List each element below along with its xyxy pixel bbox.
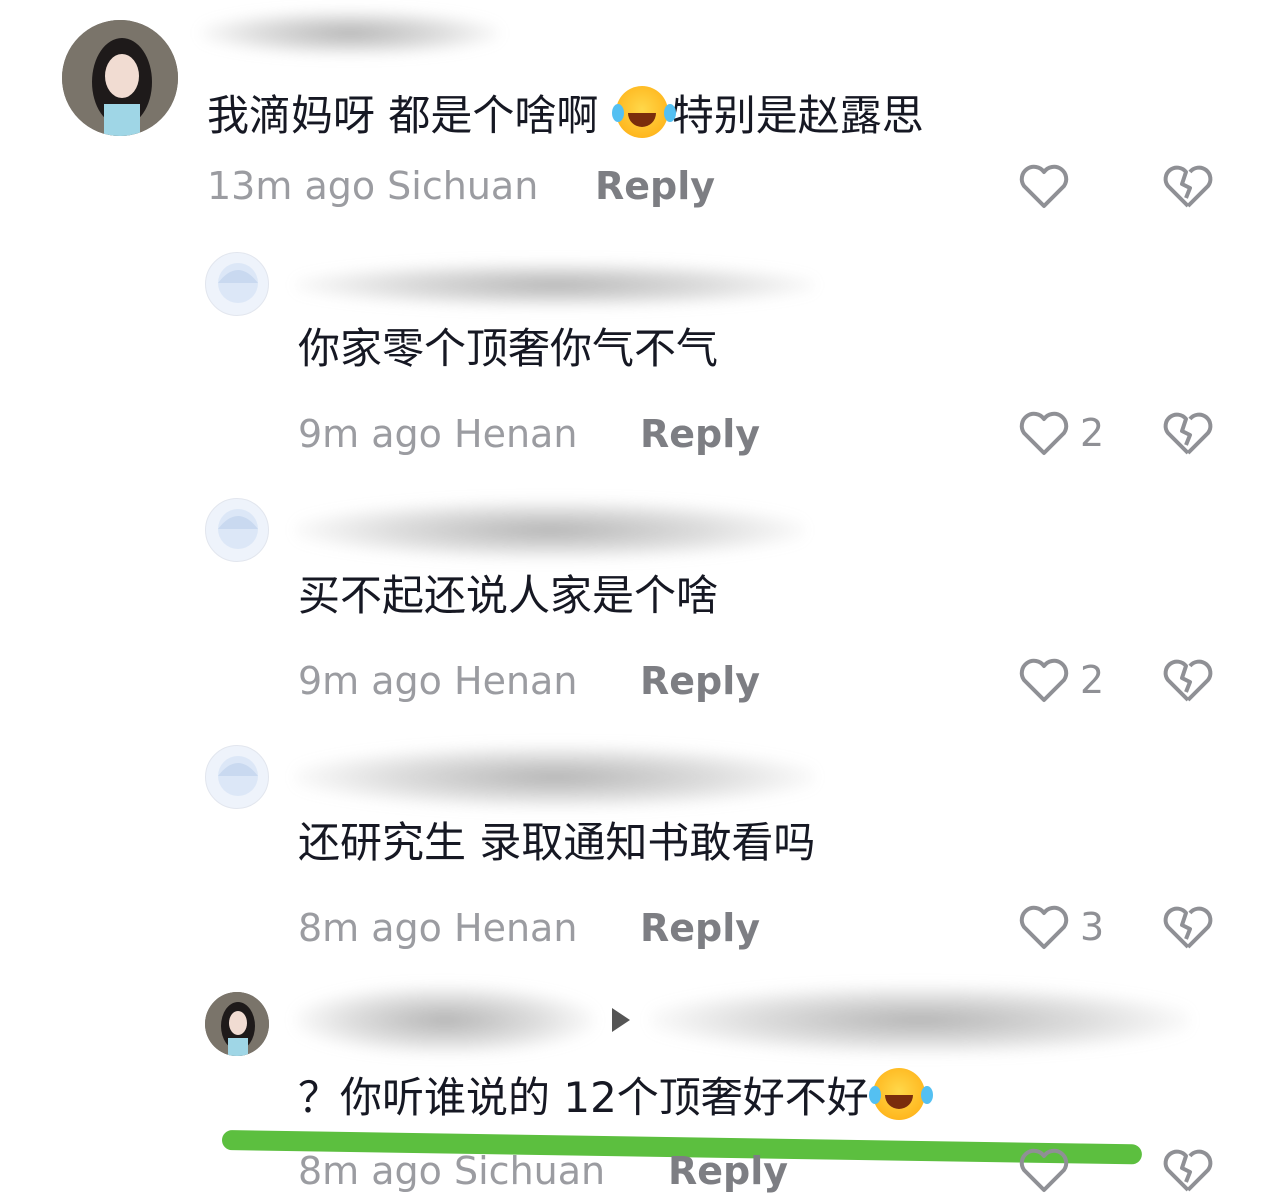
heart-icon[interactable]: [1018, 1146, 1070, 1194]
reply-button[interactable]: Reply: [595, 167, 715, 205]
username-blurred: [295, 500, 805, 560]
reply-button[interactable]: Reply: [640, 909, 760, 947]
dislike-broken-heart-icon[interactable]: [1162, 1146, 1214, 1194]
reply-button[interactable]: Reply: [640, 415, 760, 453]
comment-text: 你家零个顶奢你气不气: [298, 324, 719, 373]
comment-text: 我滴妈呀 都是个啥啊 特别是赵露思: [207, 86, 924, 138]
reply-button[interactable]: Reply: [640, 662, 760, 700]
heart-icon[interactable]: [1018, 409, 1070, 457]
comment-text: ？你听谁说的 12个顶奢好不好: [298, 1068, 929, 1120]
avatar[interactable]: [205, 498, 269, 562]
reply-button[interactable]: Reply: [668, 1152, 788, 1190]
dislike-broken-heart-icon[interactable]: [1162, 656, 1214, 704]
comment-meta: 13m ago Sichuan: [207, 164, 539, 208]
comment-meta: 9m ago Henan: [298, 659, 578, 703]
username-blurred: [295, 985, 595, 1055]
comment-meta: 8m ago Henan: [298, 906, 578, 950]
reply-to-arrow-icon: [612, 1008, 630, 1032]
avatar[interactable]: [205, 745, 269, 809]
username-blurred: [295, 262, 815, 308]
dislike-broken-heart-icon[interactable]: [1162, 409, 1214, 457]
username-blurred: [650, 985, 1190, 1055]
laughing-tears-emoji-icon: [611, 86, 668, 138]
avatar[interactable]: [205, 252, 269, 316]
comment-meta: 9m ago Henan: [298, 412, 578, 456]
username-blurred: [295, 745, 815, 809]
dislike-broken-heart-icon[interactable]: [1162, 162, 1214, 210]
comment-text: 还研究生 录取通知书敢看吗: [298, 818, 816, 867]
avatar[interactable]: [62, 20, 178, 136]
laughing-tears-emoji-icon: [868, 1068, 925, 1120]
like-count: 2: [1080, 411, 1105, 455]
comment-text: 买不起还说人家是个啥: [298, 571, 719, 620]
heart-icon[interactable]: [1018, 903, 1070, 951]
like-count: 2: [1080, 658, 1105, 702]
dislike-broken-heart-icon[interactable]: [1162, 903, 1214, 951]
username-blurred: [200, 10, 500, 56]
avatar[interactable]: [205, 992, 269, 1056]
heart-icon[interactable]: [1018, 656, 1070, 704]
comment-meta: 8m ago Sichuan: [298, 1149, 606, 1193]
like-count: 3: [1080, 905, 1105, 949]
heart-icon[interactable]: [1018, 162, 1070, 210]
